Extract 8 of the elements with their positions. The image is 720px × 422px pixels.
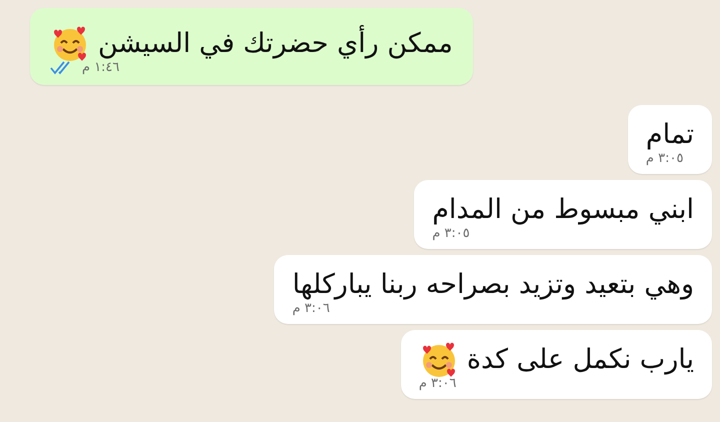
message-time: ٣:٠٦ م	[418, 376, 456, 391]
message-text: تمام	[646, 118, 694, 152]
message-text: يارب نكمل على كدة	[466, 343, 694, 377]
message-text: وهي بتعيد وتزيد بصراحه ربنا يباركلها	[292, 268, 694, 302]
message-time: ٣:٠٦ م	[292, 301, 330, 316]
message-text: ابني مبسوط من المدام	[432, 193, 694, 227]
message-time: ٣:٠٥ م	[646, 151, 684, 166]
message-time: ٣:٠٥ م	[432, 226, 470, 241]
